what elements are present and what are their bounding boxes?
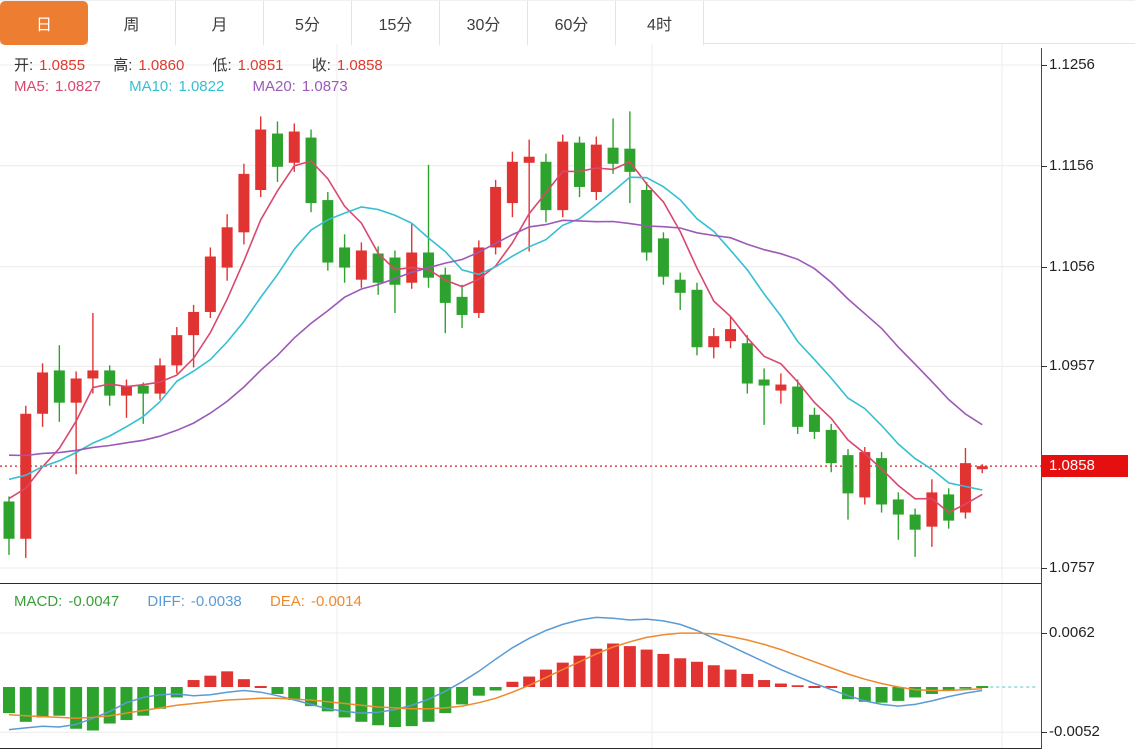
price-axis-label: 1.0957 bbox=[1049, 357, 1095, 374]
macd-label: MACD: bbox=[14, 593, 62, 610]
candlestick-panel[interactable] bbox=[0, 44, 1041, 583]
ma5-label: MA5: bbox=[14, 78, 49, 95]
high-label: 高: bbox=[113, 57, 132, 74]
open-label: 开: bbox=[14, 57, 33, 74]
ma20-label: MA20: bbox=[253, 78, 296, 95]
ma-legend: MA5: 1.0827 MA10: 1.0822 MA20: 1.0873 bbox=[14, 78, 354, 95]
price-axis-label: 1.1256 bbox=[1049, 56, 1095, 73]
ma20-value: 1.0873 bbox=[302, 78, 348, 95]
price-axis-label: 1.1056 bbox=[1049, 258, 1095, 275]
tab-30min[interactable]: 30分 bbox=[440, 1, 528, 45]
tab-week[interactable]: 周 bbox=[88, 1, 176, 45]
ohlc-legend: 开: 1.0855 高: 1.0860 低: 1.0851 收: 1.0858 bbox=[14, 54, 389, 75]
ma10-value: 1.0822 bbox=[178, 78, 224, 95]
low-value: 1.0851 bbox=[238, 57, 284, 74]
axis-tick-mark bbox=[1041, 65, 1047, 66]
trading-chart-app: 日 周 月 5分 15分 30分 60分 4时 开: 1.0855 高: 1.086… bbox=[0, 0, 1135, 752]
tab-5min[interactable]: 5分 bbox=[264, 1, 352, 45]
tab-15min[interactable]: 15分 bbox=[352, 1, 440, 45]
low-label: 低: bbox=[212, 57, 231, 74]
high-value: 1.0860 bbox=[138, 57, 184, 74]
diff-label: DIFF: bbox=[147, 593, 185, 610]
macd-legend: MACD: -0.0047 DIFF: -0.0038 DEA: -0.0014 bbox=[14, 593, 368, 610]
macd-axis-label: 0.0062 bbox=[1049, 624, 1095, 641]
panel-divider bbox=[0, 583, 1041, 584]
tab-day[interactable]: 日 bbox=[0, 1, 88, 45]
macd-value: -0.0047 bbox=[68, 593, 119, 610]
axis-tick-mark bbox=[1041, 732, 1047, 733]
close-value: 1.0858 bbox=[337, 57, 383, 74]
axis-tick-mark bbox=[1041, 366, 1047, 367]
ma10-label: MA10: bbox=[129, 78, 172, 95]
current-price-badge: 1.0858 bbox=[1041, 455, 1128, 477]
bottom-border bbox=[0, 748, 1041, 749]
open-value: 1.0855 bbox=[39, 57, 85, 74]
price-axis-label: 1.0757 bbox=[1049, 559, 1095, 576]
tab-60min[interactable]: 60分 bbox=[528, 1, 616, 45]
axis-tick-mark bbox=[1041, 633, 1047, 634]
axis-tick-mark bbox=[1041, 568, 1047, 569]
price-axis-label: 1.1156 bbox=[1049, 157, 1094, 174]
dea-label: DEA: bbox=[270, 593, 305, 610]
ma5-value: 1.0827 bbox=[55, 78, 101, 95]
dea-value: -0.0014 bbox=[311, 593, 362, 610]
tab-month[interactable]: 月 bbox=[176, 1, 264, 45]
diff-value: -0.0038 bbox=[191, 593, 242, 610]
price-axis-line bbox=[1041, 48, 1042, 749]
period-tabbar: 日 周 月 5分 15分 30分 60分 4时 bbox=[0, 0, 1135, 44]
axis-tick-mark bbox=[1041, 267, 1047, 268]
macd-axis-label: -0.0052 bbox=[1049, 723, 1100, 740]
tab-4hour[interactable]: 4时 bbox=[616, 1, 704, 45]
axis-tick-mark bbox=[1041, 166, 1047, 167]
close-label: 收: bbox=[312, 57, 331, 74]
chart-area: 开: 1.0855 高: 1.0860 低: 1.0851 收: 1.0858 MA5:… bbox=[0, 44, 1135, 752]
